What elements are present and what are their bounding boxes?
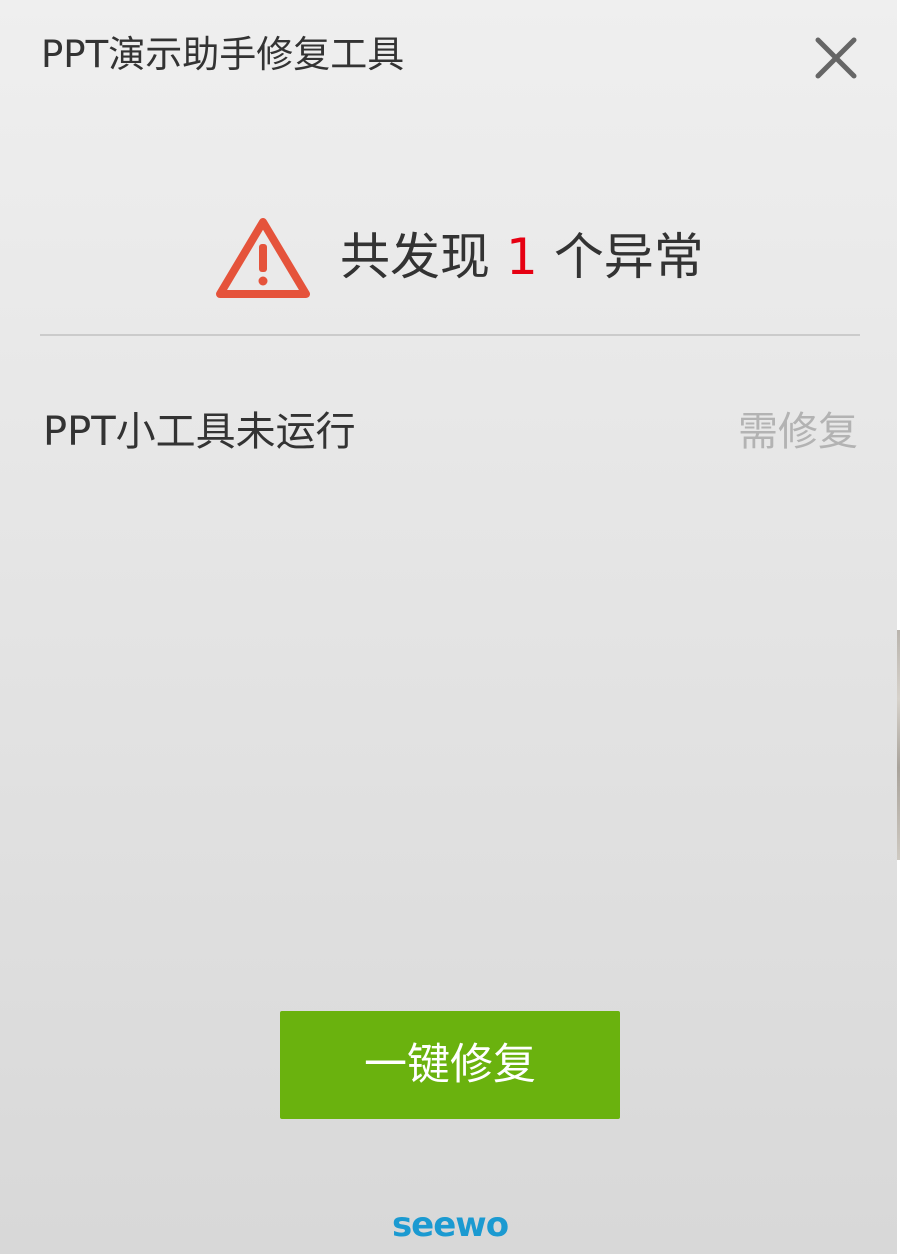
- divider: [40, 334, 860, 336]
- summary-prefix: 共发现: [340, 228, 490, 286]
- close-icon: [815, 37, 857, 79]
- issue-summary: 共发现 1 个异常: [214, 212, 704, 302]
- issue-row: PPT小工具未运行 需修复: [41, 400, 860, 464]
- issue-name: PPT小工具未运行: [43, 409, 356, 455]
- issue-status: 需修复: [738, 409, 858, 455]
- warning-triangle-icon: [216, 218, 310, 298]
- seewo-logo: seewo: [391, 1205, 509, 1245]
- repair-tool-window: PPT演示助手修复工具 共发现 1 个异常 PPT小工具未运行 需修复 一键修复 s…: [0, 0, 897, 1254]
- summary-text: 共发现 1 个异常: [340, 212, 704, 302]
- fix-all-button[interactable]: 一键修复: [280, 1011, 620, 1119]
- issue-count: 1: [506, 228, 538, 286]
- window-title: PPT演示助手修复工具: [41, 33, 405, 76]
- close-button[interactable]: [808, 30, 864, 86]
- summary-suffix: 个异常: [553, 228, 704, 286]
